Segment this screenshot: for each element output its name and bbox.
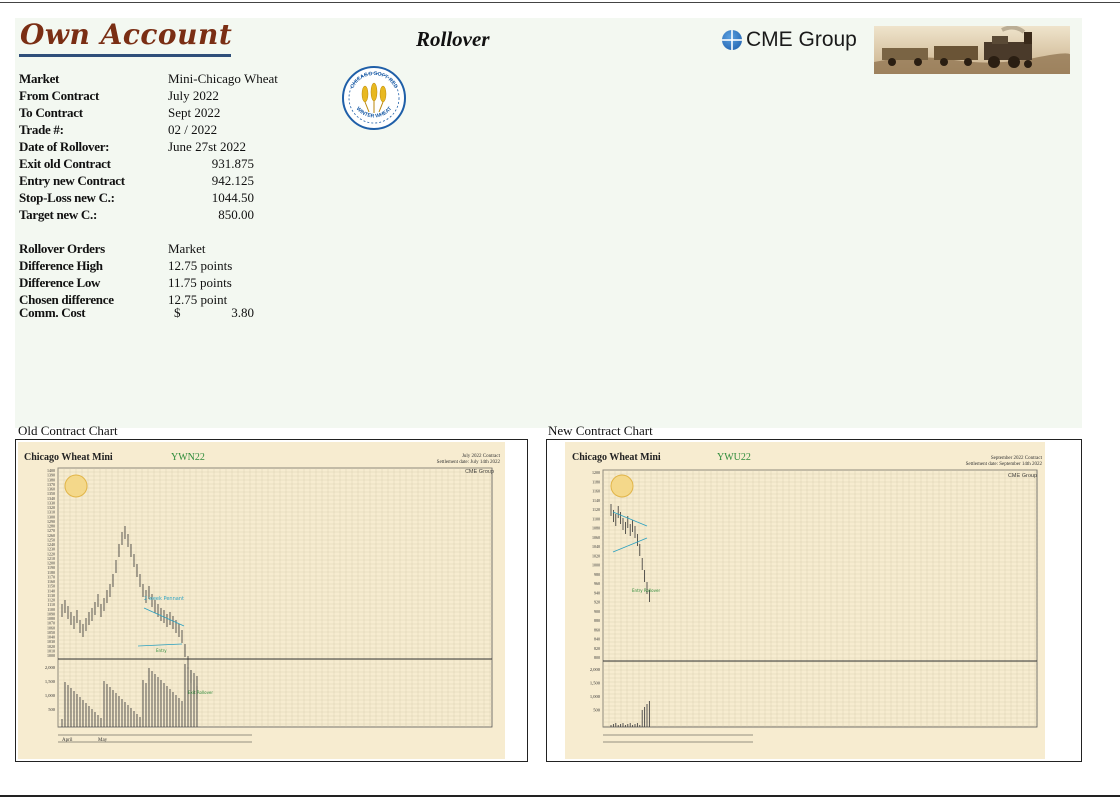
top-rule xyxy=(0,2,1120,3)
new-contract-chart-caption: New Contract Chart xyxy=(548,423,653,438)
market-value: Mini-Chicago Wheat xyxy=(168,71,278,86)
new-y-tick-label: 1180 xyxy=(592,479,600,484)
page-title: Rollover xyxy=(416,27,490,51)
comm-cost-currency: $ xyxy=(174,305,181,320)
from-contract-value: July 2022 xyxy=(168,88,219,103)
old-chart-month-may: May xyxy=(98,738,108,743)
old-contract-chart: Chicago Wheat Mini YWN22 July 2022 Contr… xyxy=(15,439,528,762)
new-y-tick-label: 1040 xyxy=(592,544,600,549)
new-y-tick-label: 860 xyxy=(594,627,600,632)
old-volume-tick-label: 500 xyxy=(48,707,56,712)
new-chart-settlement-date: Settlement date: September 14th 2022 xyxy=(966,462,1043,467)
new-chart-wheat-badge xyxy=(610,474,634,498)
new-y-tick-label: 1140 xyxy=(592,498,600,503)
old-chart-annotation-entry: Entry xyxy=(156,648,167,653)
exit-old-contract-label: Exit old Contract xyxy=(19,156,111,171)
new-y-tick-label: 1060 xyxy=(592,535,600,540)
new-y-tick-label: 840 xyxy=(594,637,600,642)
comm-cost-label: Comm. Cost xyxy=(19,305,86,320)
difference-high-label: Difference High xyxy=(19,258,103,273)
old-y-tick-label: 1000 xyxy=(47,653,55,658)
from-contract-label: From Contract xyxy=(19,88,99,103)
rollover-date-label: Date of Rollover: xyxy=(19,139,110,154)
stop-loss-value: 1044.50 xyxy=(211,190,254,205)
old-chart-settlement-date: Settlement date: July 14th 2022 xyxy=(437,460,501,465)
old-chart-symbol: YWN22 xyxy=(171,452,205,463)
new-y-tick-label: 940 xyxy=(594,590,600,595)
logo-underline xyxy=(19,54,231,57)
new-y-tick-label: 1120 xyxy=(592,507,600,512)
comm-cost-amount: 3.80 xyxy=(231,305,254,320)
new-y-tick-label: 900 xyxy=(594,609,600,614)
old-contract-chart-caption: Old Contract Chart xyxy=(18,423,118,438)
entry-new-contract-label: Entry new Contract xyxy=(19,173,125,188)
stop-loss-label: Stop-Loss new C.: xyxy=(19,190,115,205)
comm-cost-value: $ 3.80 xyxy=(168,305,254,321)
soft-red-winter-wheat-seal: CHICAGO SOFT RED WINTER WHEAT xyxy=(342,66,406,130)
old-chart-annotation-pennant: 2 week Pennant xyxy=(144,596,184,602)
new-y-tick-label: 880 xyxy=(594,618,600,623)
new-chart-contract-name: September 2022 Contract xyxy=(991,456,1043,461)
new-y-tick-label: 1160 xyxy=(592,489,600,494)
old-chart-contract-name: July 2022 Contract xyxy=(462,454,501,459)
old-chart-month-april: April xyxy=(62,738,73,743)
rollover-orders-value: Market xyxy=(168,241,206,256)
target-value: 850.00 xyxy=(218,207,254,222)
new-y-tick-label: 800 xyxy=(594,655,600,660)
old-chart-title: Chicago Wheat Mini xyxy=(24,452,113,463)
to-contract-value: Sept 2022 xyxy=(168,105,221,120)
new-y-tick-label: 820 xyxy=(594,646,600,651)
new-chart-title: Chicago Wheat Mini xyxy=(572,452,661,463)
new-y-tick-label: 960 xyxy=(594,581,600,586)
difference-low-label: Difference Low xyxy=(19,275,101,290)
rollover-date-value: June 27st 2022 xyxy=(168,139,246,154)
new-chart-symbol: YWU22 xyxy=(717,452,751,463)
target-label: Target new C.: xyxy=(19,207,98,222)
trade-number-value: 02 / 2022 xyxy=(168,122,218,137)
old-chart-annotation-exit: Exit Rollover xyxy=(188,690,213,695)
cme-group-logo: CME Group xyxy=(722,28,857,52)
new-y-tick-label: 1080 xyxy=(592,526,600,531)
new-y-tick-label: 1100 xyxy=(592,516,600,521)
new-chart-annotation-entry: Entry Rollover xyxy=(632,588,660,593)
new-y-tick-label: 920 xyxy=(594,600,600,605)
new-y-tick-label: 1200 xyxy=(592,470,600,475)
new-y-tick-label: 1020 xyxy=(592,553,600,558)
new-y-tick-label: 980 xyxy=(594,572,600,577)
rollover-orders-label: Rollover Orders xyxy=(19,241,105,256)
entry-new-contract-value: 942.125 xyxy=(211,173,254,188)
cme-group-label: CME Group xyxy=(746,28,857,51)
own-account-logo: Own Account xyxy=(20,18,233,51)
globe-icon xyxy=(722,30,742,50)
steam-train-illustration xyxy=(874,26,1070,74)
old-chart-wheat-badge xyxy=(64,474,88,498)
difference-high-value: 12.75 points xyxy=(168,258,233,273)
bottom-rule xyxy=(0,795,1120,797)
new-y-tick-label: 1000 xyxy=(592,563,600,568)
new-volume-tick-label: 500 xyxy=(593,708,601,713)
difference-low-value: 11.75 points xyxy=(168,275,232,290)
new-contract-chart: Chicago Wheat Mini YWU22 September 2022 … xyxy=(546,439,1082,762)
market-label: Market xyxy=(19,71,60,86)
exit-old-contract-value: 931.875 xyxy=(211,156,254,171)
to-contract-label: To Contract xyxy=(19,105,83,120)
trade-number-label: Trade #: xyxy=(19,122,64,137)
